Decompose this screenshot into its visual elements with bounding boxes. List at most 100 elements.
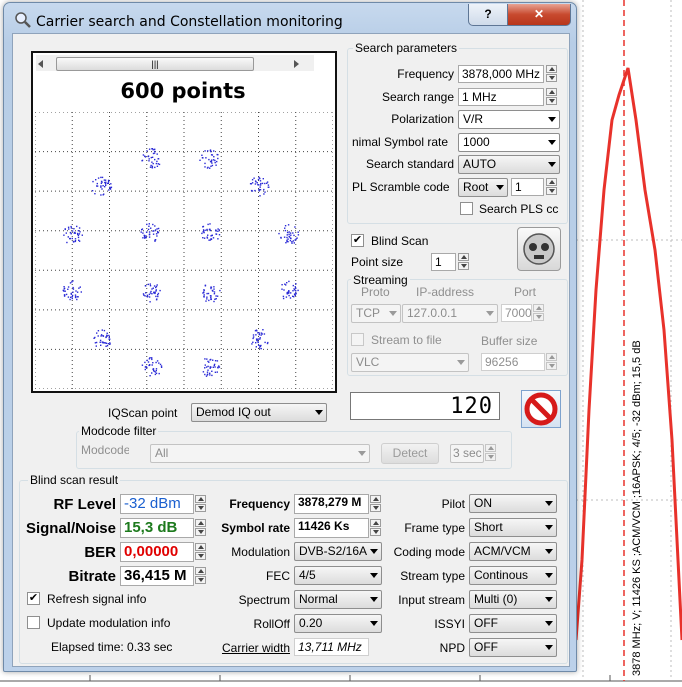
bitrate-spinner[interactable] [195,567,206,585]
stream-to-file-checkbox[interactable] [351,333,364,346]
constellation-point [146,359,148,362]
constellation-point [106,182,109,185]
port-spinner[interactable] [533,304,544,322]
constellation-point [286,236,288,239]
close-button[interactable]: ✕ [507,4,571,26]
constellation-point [252,336,255,338]
update-modulation-checkbox[interactable] [27,616,40,629]
constellation-point [204,166,206,168]
proto-select[interactable]: TCP [351,304,401,323]
scroll-right-icon[interactable] [294,60,299,68]
npd-select[interactable]: OFF [469,638,557,657]
search-range-spinner[interactable] [546,88,557,106]
signal-noise-spinner[interactable] [195,519,206,537]
stop-button[interactable] [521,390,561,428]
constellation-point [263,193,265,195]
chevron-down-icon [545,645,553,650]
constellation-point [156,228,158,230]
polarization-select[interactable]: V/R [458,110,560,129]
issyi-value: OFF [474,616,498,630]
rolloff-select[interactable]: 0.20 [294,614,382,633]
coding-mode-select[interactable]: ACM/VCM [469,542,557,561]
pl-scramble-code-input[interactable]: 1 [511,178,544,196]
constellation-point [148,160,150,162]
point-size-spinner[interactable] [458,253,469,271]
constellation-point [148,223,150,225]
constellation-point [81,234,83,236]
refresh-signal-checkbox[interactable]: ✔ [27,592,40,605]
constellation-plot [35,112,333,389]
scroll-thumb[interactable]: ||| [56,57,254,71]
constellation-point [152,368,155,370]
detect-seconds-select[interactable]: 3 sec [450,444,484,463]
constellation-point [218,229,220,231]
modulation-select[interactable]: DVB-S2/16A [294,542,382,561]
frame-type-select[interactable]: Short [469,518,557,537]
player-select[interactable]: VLC [351,353,469,372]
issyi-select[interactable]: OFF [469,614,557,633]
constellation-point [266,342,269,345]
constellation-scrollbar[interactable]: ||| [36,55,314,71]
constellation-point [63,295,66,297]
constellation-point [97,335,99,337]
snapshot-button[interactable] [517,227,561,271]
constellation-point [290,234,292,236]
scroll-left-icon[interactable] [38,60,43,68]
ip-select[interactable]: 127.0.0.1 [402,304,498,323]
constellation-point [213,156,215,158]
iqscan-select[interactable]: Demod IQ out [191,403,327,422]
constellation-point [282,295,285,298]
detect-button[interactable]: Detect [381,443,439,464]
constellation-point [208,239,210,241]
input-stream-select[interactable]: Multi (0) [469,590,557,609]
constellation-point [217,228,219,230]
chevron-down-icon [457,360,465,365]
pilot-select[interactable]: ON [469,494,557,513]
pl-scramble-spinner[interactable] [546,178,557,196]
constellation-point [155,372,158,374]
constellation-point [288,291,290,293]
frequency-input[interactable]: 3878,000 MHz [458,65,544,83]
constellation-point [151,167,154,169]
pl-scramble-mode-select[interactable]: Root [458,178,508,197]
constellation-point [69,298,71,301]
help-button[interactable]: ? [468,4,508,26]
constellation-point [103,329,106,332]
result-frequency-spinner[interactable] [370,495,381,513]
constellation-point [255,342,257,344]
search-standard-select[interactable]: AUTO [458,155,560,174]
search-pls-checkbox[interactable] [460,202,473,215]
blind-scan-checkbox[interactable]: ✔ [351,234,364,247]
constellation-point [155,285,158,288]
search-parameters-title: Search parameters [353,41,460,55]
fec-select[interactable]: 4/5 [294,566,382,585]
constellation-point [153,230,155,232]
ber-spinner[interactable] [195,543,206,561]
modcode-select[interactable]: All [150,444,370,463]
constellation-point [67,288,69,290]
frame-type-label: Frame type [404,521,465,535]
constellation-point [149,285,152,287]
point-size-input[interactable]: 1 [431,253,456,271]
constellation-point [218,365,220,367]
constellation-point [142,154,145,156]
rf-level-spinner[interactable] [195,495,206,513]
buffer-size-spinner[interactable] [546,353,557,371]
buffer-size-input[interactable]: 96256 [481,353,545,371]
constellation-point [79,231,81,233]
symbol-rate-select[interactable]: 1000 [458,133,560,152]
result-symbol-rate-spinner[interactable] [370,519,381,537]
stream-type-select[interactable]: Continous [469,566,557,585]
frequency-spinner[interactable] [546,65,557,83]
stream-type-value: Continous [474,568,529,582]
constellation-point [101,329,103,331]
constellation-point [71,297,73,300]
constellation-point [292,290,294,292]
detect-seconds-spinner[interactable] [485,444,496,462]
spectrum-select[interactable]: Normal [294,590,382,609]
packet-counter-display: 120 [350,392,500,420]
constellation-point [217,230,219,232]
search-range-input[interactable]: 1 MHz [458,88,544,106]
constellation-point [214,360,217,362]
port-input[interactable]: 7000 [501,304,532,322]
